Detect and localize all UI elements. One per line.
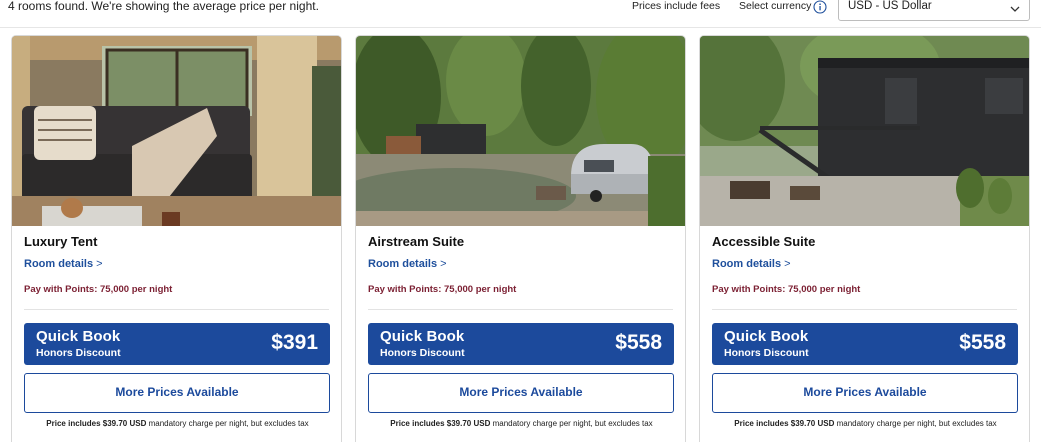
- honors-discount-label: Honors Discount: [36, 347, 121, 359]
- chevron-right-icon: >: [440, 258, 447, 270]
- prices-include-fees-text: Prices include fees: [632, 0, 721, 12]
- rooms-found-text: 4 rooms found. We're showing the average…: [8, 0, 319, 13]
- room-details-label: Room details: [712, 258, 782, 270]
- quick-book-button[interactable]: Quick Book Honors Discount $391: [24, 323, 330, 365]
- pay-with-points-text: Pay with Points: 75,000 per night: [368, 284, 517, 295]
- more-prices-button[interactable]: More Prices Available: [712, 373, 1018, 413]
- room-details-link[interactable]: Room details >: [24, 258, 103, 270]
- pay-with-points-text: Pay with Points: 75,000 per night: [24, 284, 173, 295]
- price-disclaimer-rest: mandatory charge per night, but excludes…: [834, 419, 997, 428]
- quick-book-price: $558: [615, 331, 662, 354]
- card-divider: [24, 309, 329, 310]
- honors-discount-label: Honors Discount: [380, 347, 465, 359]
- price-disclaimer-bold: Price includes $39.70 USD: [390, 419, 491, 428]
- room-card-accessible-suite: Accessible Suite Room details > Pay with…: [699, 35, 1030, 442]
- chevron-down-icon: [1009, 1, 1021, 12]
- quick-book-label: Quick Book: [380, 328, 465, 345]
- card-divider: [712, 309, 1017, 310]
- more-prices-label: More Prices Available: [803, 385, 927, 399]
- room-details-link[interactable]: Room details >: [368, 258, 447, 270]
- price-disclaimer: Price includes $39.70 USD mandatory char…: [700, 419, 1029, 428]
- quick-book-button[interactable]: Quick Book Honors Discount $558: [712, 323, 1018, 365]
- currency-select[interactable]: USD - US Dollar: [838, 0, 1030, 21]
- results-toolbar: 4 rooms found. We're showing the average…: [0, 0, 1041, 22]
- room-photo-accessible-suite[interactable]: [700, 36, 1029, 226]
- room-details-label: Room details: [368, 258, 438, 270]
- pay-with-points-text: Pay with Points: 75,000 per night: [712, 284, 861, 295]
- room-card-airstream-suite: Airstream Suite Room details > Pay with …: [355, 35, 686, 442]
- honors-discount-label: Honors Discount: [724, 347, 809, 359]
- room-photo-luxury-tent[interactable]: [12, 36, 341, 226]
- price-disclaimer-bold: Price includes $39.70 USD: [46, 419, 147, 428]
- quick-book-price: $558: [959, 331, 1006, 354]
- quick-book-price: $391: [271, 331, 318, 354]
- select-currency-label: Select currency: [739, 0, 812, 12]
- room-photo-airstream-suite[interactable]: [356, 36, 685, 226]
- price-disclaimer-bold: Price includes $39.70 USD: [734, 419, 835, 428]
- chevron-right-icon: >: [96, 258, 103, 270]
- chevron-right-icon: >: [784, 258, 791, 270]
- card-divider: [368, 309, 673, 310]
- quick-book-label: Quick Book: [724, 328, 809, 345]
- currency-selected-value: USD - US Dollar: [848, 0, 932, 12]
- more-prices-label: More Prices Available: [459, 385, 583, 399]
- more-prices-label: More Prices Available: [115, 385, 239, 399]
- price-disclaimer: Price includes $39.70 USD mandatory char…: [356, 419, 685, 428]
- room-details-link[interactable]: Room details >: [712, 258, 791, 270]
- toolbar-divider: [0, 27, 1041, 28]
- more-prices-button[interactable]: More Prices Available: [368, 373, 674, 413]
- room-name: Accessible Suite: [712, 234, 816, 249]
- room-card-luxury-tent: Luxury Tent Room details > Pay with Poin…: [11, 35, 342, 442]
- room-name: Luxury Tent: [24, 234, 98, 249]
- price-disclaimer-rest: mandatory charge per night, but excludes…: [146, 419, 309, 428]
- quick-book-button[interactable]: Quick Book Honors Discount $558: [368, 323, 674, 365]
- quick-book-label: Quick Book: [36, 328, 121, 345]
- info-circle-icon[interactable]: [813, 0, 827, 14]
- more-prices-button[interactable]: More Prices Available: [24, 373, 330, 413]
- room-details-label: Room details: [24, 258, 94, 270]
- room-name: Airstream Suite: [368, 234, 465, 249]
- price-disclaimer: Price includes $39.70 USD mandatory char…: [12, 419, 341, 428]
- price-disclaimer-rest: mandatory charge per night, but excludes…: [490, 419, 653, 428]
